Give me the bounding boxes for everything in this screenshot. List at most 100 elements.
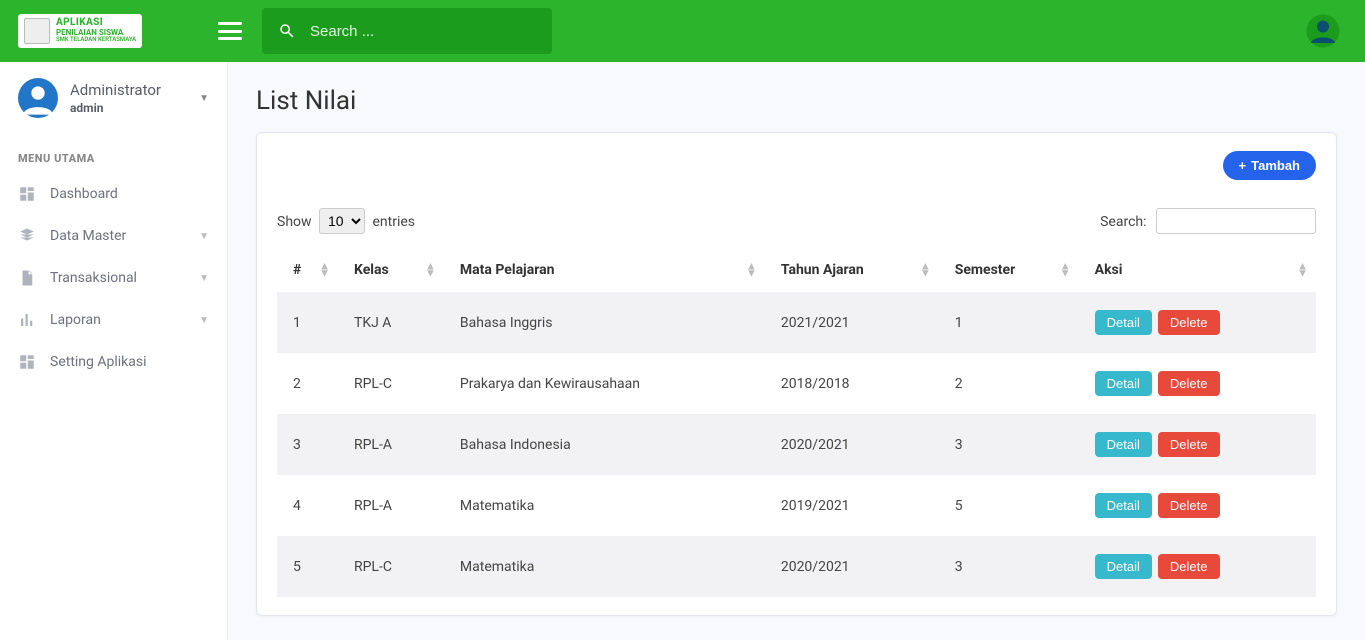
brand-line3: SMK TELADAN KERTASMAYA: [56, 37, 136, 43]
column-label: Tahun Ajaran: [781, 262, 864, 278]
add-button-label: Tambah: [1251, 158, 1300, 173]
user-avatar-icon: [18, 78, 58, 118]
sort-icon: ▲▼: [319, 263, 330, 276]
cell-tahun: 2021/2021: [765, 292, 939, 353]
brand-text: APLIKASI PENILAIAN SISWA SMK TELADAN KER…: [56, 18, 136, 43]
cell-index: 4: [277, 475, 338, 536]
delete-button[interactable]: Delete: [1158, 432, 1220, 457]
sidebar-item-label: Laporan: [50, 312, 101, 328]
column-header[interactable]: # ▲▼: [277, 248, 338, 292]
entries-label: entries: [373, 214, 416, 230]
detail-button[interactable]: Detail: [1095, 310, 1152, 335]
cell-semester: 2: [939, 353, 1079, 414]
cell-mapel: Matematika: [444, 536, 765, 597]
plus-icon: +: [1239, 158, 1247, 173]
cell-kelas: RPL-C: [338, 353, 444, 414]
chevron-down-icon: ▼: [199, 273, 209, 284]
column-label: Kelas: [354, 262, 389, 278]
hamburger-icon[interactable]: [218, 22, 242, 40]
column-header[interactable]: Aksi ▲▼: [1079, 248, 1316, 292]
column-header[interactable]: Semester▲▼: [939, 248, 1079, 292]
delete-button[interactable]: Delete: [1158, 310, 1220, 335]
cell-aksi: DetailDelete: [1079, 353, 1316, 414]
cell-index: 1: [277, 292, 338, 353]
sidebar-item-data-master[interactable]: Data Master ▼: [0, 215, 227, 257]
cell-index: 5: [277, 536, 338, 597]
column-header[interactable]: Kelas ▲▼: [338, 248, 444, 292]
cell-mapel: Bahasa Indonesia: [444, 414, 765, 475]
cell-kelas: TKJ A: [338, 292, 444, 353]
sort-icon: ▲▼: [746, 263, 757, 276]
user-avatar-top[interactable]: [1305, 13, 1341, 49]
add-button[interactable]: + Tambah: [1223, 151, 1316, 180]
sort-icon: ▲▼: [1297, 263, 1308, 276]
show-label: Show: [277, 214, 312, 230]
sidebar-item-laporan[interactable]: Laporan▼: [0, 299, 227, 341]
cell-semester: 1: [939, 292, 1079, 353]
table-row: 4RPL-AMatematika2019/20215DetailDelete: [277, 475, 1316, 536]
column-label: Aksi: [1095, 262, 1123, 278]
detail-button[interactable]: Detail: [1095, 554, 1152, 579]
chevron-down-icon: ▼: [199, 231, 209, 242]
detail-button[interactable]: Detail: [1095, 432, 1152, 457]
detail-button[interactable]: Detail: [1095, 493, 1152, 518]
cell-mapel: Prakarya dan Kewirausahaan: [444, 353, 765, 414]
sidebar-item-dashboard[interactable]: Dashboard: [0, 173, 227, 215]
cell-mapel: Bahasa Inggris: [444, 292, 765, 353]
table-row: 3RPL-ABahasa Indonesia2020/20213DetailDe…: [277, 414, 1316, 475]
chevron-down-icon: ▼: [199, 93, 209, 104]
topbar: APLIKASI PENILAIAN SISWA SMK TELADAN KER…: [0, 0, 1365, 62]
user-block[interactable]: Administrator admin ▼: [0, 62, 227, 134]
cell-semester: 5: [939, 475, 1079, 536]
cell-tahun: 2020/2021: [765, 414, 939, 475]
user-role: admin: [70, 101, 161, 115]
table-search-input[interactable]: [1156, 208, 1316, 234]
entries-select[interactable]: 10: [319, 208, 365, 234]
page-title: List Nilai: [256, 86, 1337, 116]
brand[interactable]: APLIKASI PENILAIAN SISWA SMK TELADAN KER…: [18, 14, 142, 48]
cell-tahun: 2018/2018: [765, 353, 939, 414]
entries-control: Show 10 entries: [277, 208, 415, 234]
cell-kelas: RPL-C: [338, 536, 444, 597]
sidebar-item-setting-aplikasi[interactable]: Setting Aplikasi: [0, 341, 227, 383]
delete-button[interactable]: Delete: [1158, 493, 1220, 518]
detail-button[interactable]: Detail: [1095, 371, 1152, 396]
brand-box: APLIKASI PENILAIAN SISWA SMK TELADAN KER…: [0, 0, 228, 62]
delete-button[interactable]: Delete: [1158, 371, 1220, 396]
table-search-control: Search:: [1100, 208, 1316, 234]
cell-aksi: DetailDelete: [1079, 414, 1316, 475]
card: + Tambah Show 10 entries Search:: [256, 132, 1337, 616]
search-icon: [278, 22, 296, 40]
cell-aksi: DetailDelete: [1079, 536, 1316, 597]
search-input[interactable]: [310, 23, 536, 40]
cell-index: 3: [277, 414, 338, 475]
sidebar-item-label: Data Master: [50, 228, 126, 244]
cell-semester: 3: [939, 414, 1079, 475]
column-header[interactable]: Mata Pelajaran ▲▼: [444, 248, 765, 292]
data-table: # ▲▼ Kelas ▲▼ Mata Pelajaran ▲▼ Tahun Ajaran ▲▼…: [277, 248, 1316, 597]
column-header[interactable]: Tahun Ajaran ▲▼: [765, 248, 939, 292]
column-label: Mata Pelajaran: [460, 262, 555, 278]
cell-tahun: 2019/2021: [765, 475, 939, 536]
table-row: 1TKJ ABahasa Inggris2021/20211DetailDele…: [277, 292, 1316, 353]
cell-kelas: RPL-A: [338, 475, 444, 536]
sort-icon: ▲▼: [1060, 263, 1071, 276]
menu-heading: MENU UTAMA: [0, 134, 227, 173]
user-circle-icon: [1305, 13, 1341, 49]
user-name: Administrator: [70, 81, 161, 99]
cell-aksi: DetailDelete: [1079, 475, 1316, 536]
sidebar-item-transaksional[interactable]: Transaksional ▼: [0, 257, 227, 299]
cell-index: 2: [277, 353, 338, 414]
sort-icon: ▲▼: [920, 263, 931, 276]
brand-logo-icon: [24, 18, 50, 44]
column-label: #: [293, 262, 301, 278]
table-row: 5RPL-CMatematika2020/20213DetailDelete: [277, 536, 1316, 597]
cell-semester: 3: [939, 536, 1079, 597]
user-info: Administrator admin: [70, 81, 161, 115]
delete-button[interactable]: Delete: [1158, 554, 1220, 579]
sidebar-item-label: Setting Aplikasi: [50, 354, 147, 370]
sort-icon: ▲▼: [425, 263, 436, 276]
search-box[interactable]: [262, 8, 552, 54]
table-row: 2RPL-CPrakarya dan Kewirausahaan2018/201…: [277, 353, 1316, 414]
sidebar-item-label: Transaksional: [50, 270, 137, 286]
